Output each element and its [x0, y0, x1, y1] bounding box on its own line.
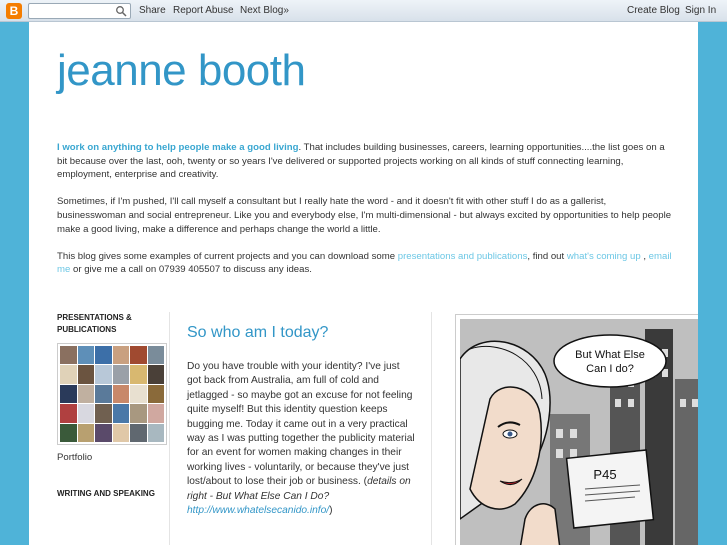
description-text: or give me a call on 07939 405507 to dis… — [70, 264, 312, 276]
blogger-navbar: B Share Report Abuse Next Blog» Create B… — [0, 0, 727, 22]
comic-image-frame: But What Else Can I do? P45 — [455, 314, 698, 545]
presentations-link[interactable]: presentations and publications — [398, 251, 528, 262]
column-divider — [431, 312, 432, 545]
portfolio-caption[interactable]: Portfolio — [57, 452, 167, 463]
sidebar-heading-writing: WRITING AND SPEAKING — [57, 489, 155, 498]
create-blog-link[interactable]: Create Blog — [627, 5, 680, 16]
search-icon[interactable] — [115, 5, 128, 17]
blog-title[interactable]: jeanne booth — [57, 46, 306, 96]
column-divider — [169, 312, 170, 545]
next-blog-link[interactable]: Next Blog» — [240, 5, 289, 16]
description-text: This blog gives some examples of current… — [57, 250, 398, 262]
description-text: , — [640, 250, 649, 262]
share-link[interactable]: Share — [139, 5, 166, 16]
whats-coming-up-link[interactable]: what's coming up — [567, 251, 641, 262]
whatelsecanido-link[interactable]: http://www.whatelsecanido.info/ — [187, 505, 329, 516]
comic-bubble-line-2: Can I do? — [586, 363, 634, 375]
description-paragraph-1: I work on anything to help people make a… — [57, 141, 673, 182]
comic-card-label: P45 — [593, 467, 616, 482]
comic-illustration: But What Else Can I do? P45 — [460, 319, 698, 545]
description-highlight: I work on anything to help people make a… — [57, 142, 299, 153]
blog-post: So who am I today? Do you have trouble w… — [187, 324, 415, 518]
report-abuse-link[interactable]: Report Abuse — [173, 5, 234, 16]
description-paragraph-3: This blog gives some examples of current… — [57, 250, 673, 277]
sign-in-link[interactable]: Sign In — [685, 5, 716, 16]
description-paragraph-2: Sometimes, if I'm pushed, I'll call myse… — [57, 196, 672, 235]
post-title[interactable]: So who am I today? — [187, 324, 415, 342]
left-sidebar: PRESENTATIONS & PUBLICATIONS Portfolio W… — [57, 312, 167, 500]
sidebar-heading-presentations: PRESENTATIONS & PUBLICATIONS — [57, 313, 132, 334]
search-input[interactable] — [31, 5, 115, 17]
blog-description: I work on anything to help people make a… — [57, 141, 673, 291]
comic-bubble-line-1: But What Else — [575, 349, 645, 361]
search-box — [28, 3, 131, 19]
blog-content: jeanne booth I work on anything to help … — [29, 22, 698, 545]
blogger-logo-icon[interactable]: B — [6, 3, 22, 19]
portfolio-collage-image[interactable] — [57, 343, 167, 445]
post-text: ) — [329, 505, 333, 517]
post-body: Do you have trouble with your identity? … — [187, 360, 415, 518]
but-what-else-comic-image[interactable]: But What Else Can I do? P45 — [460, 319, 698, 545]
description-text: , find out — [527, 250, 567, 262]
post-text: Do you have trouble with your identity? … — [187, 361, 415, 488]
